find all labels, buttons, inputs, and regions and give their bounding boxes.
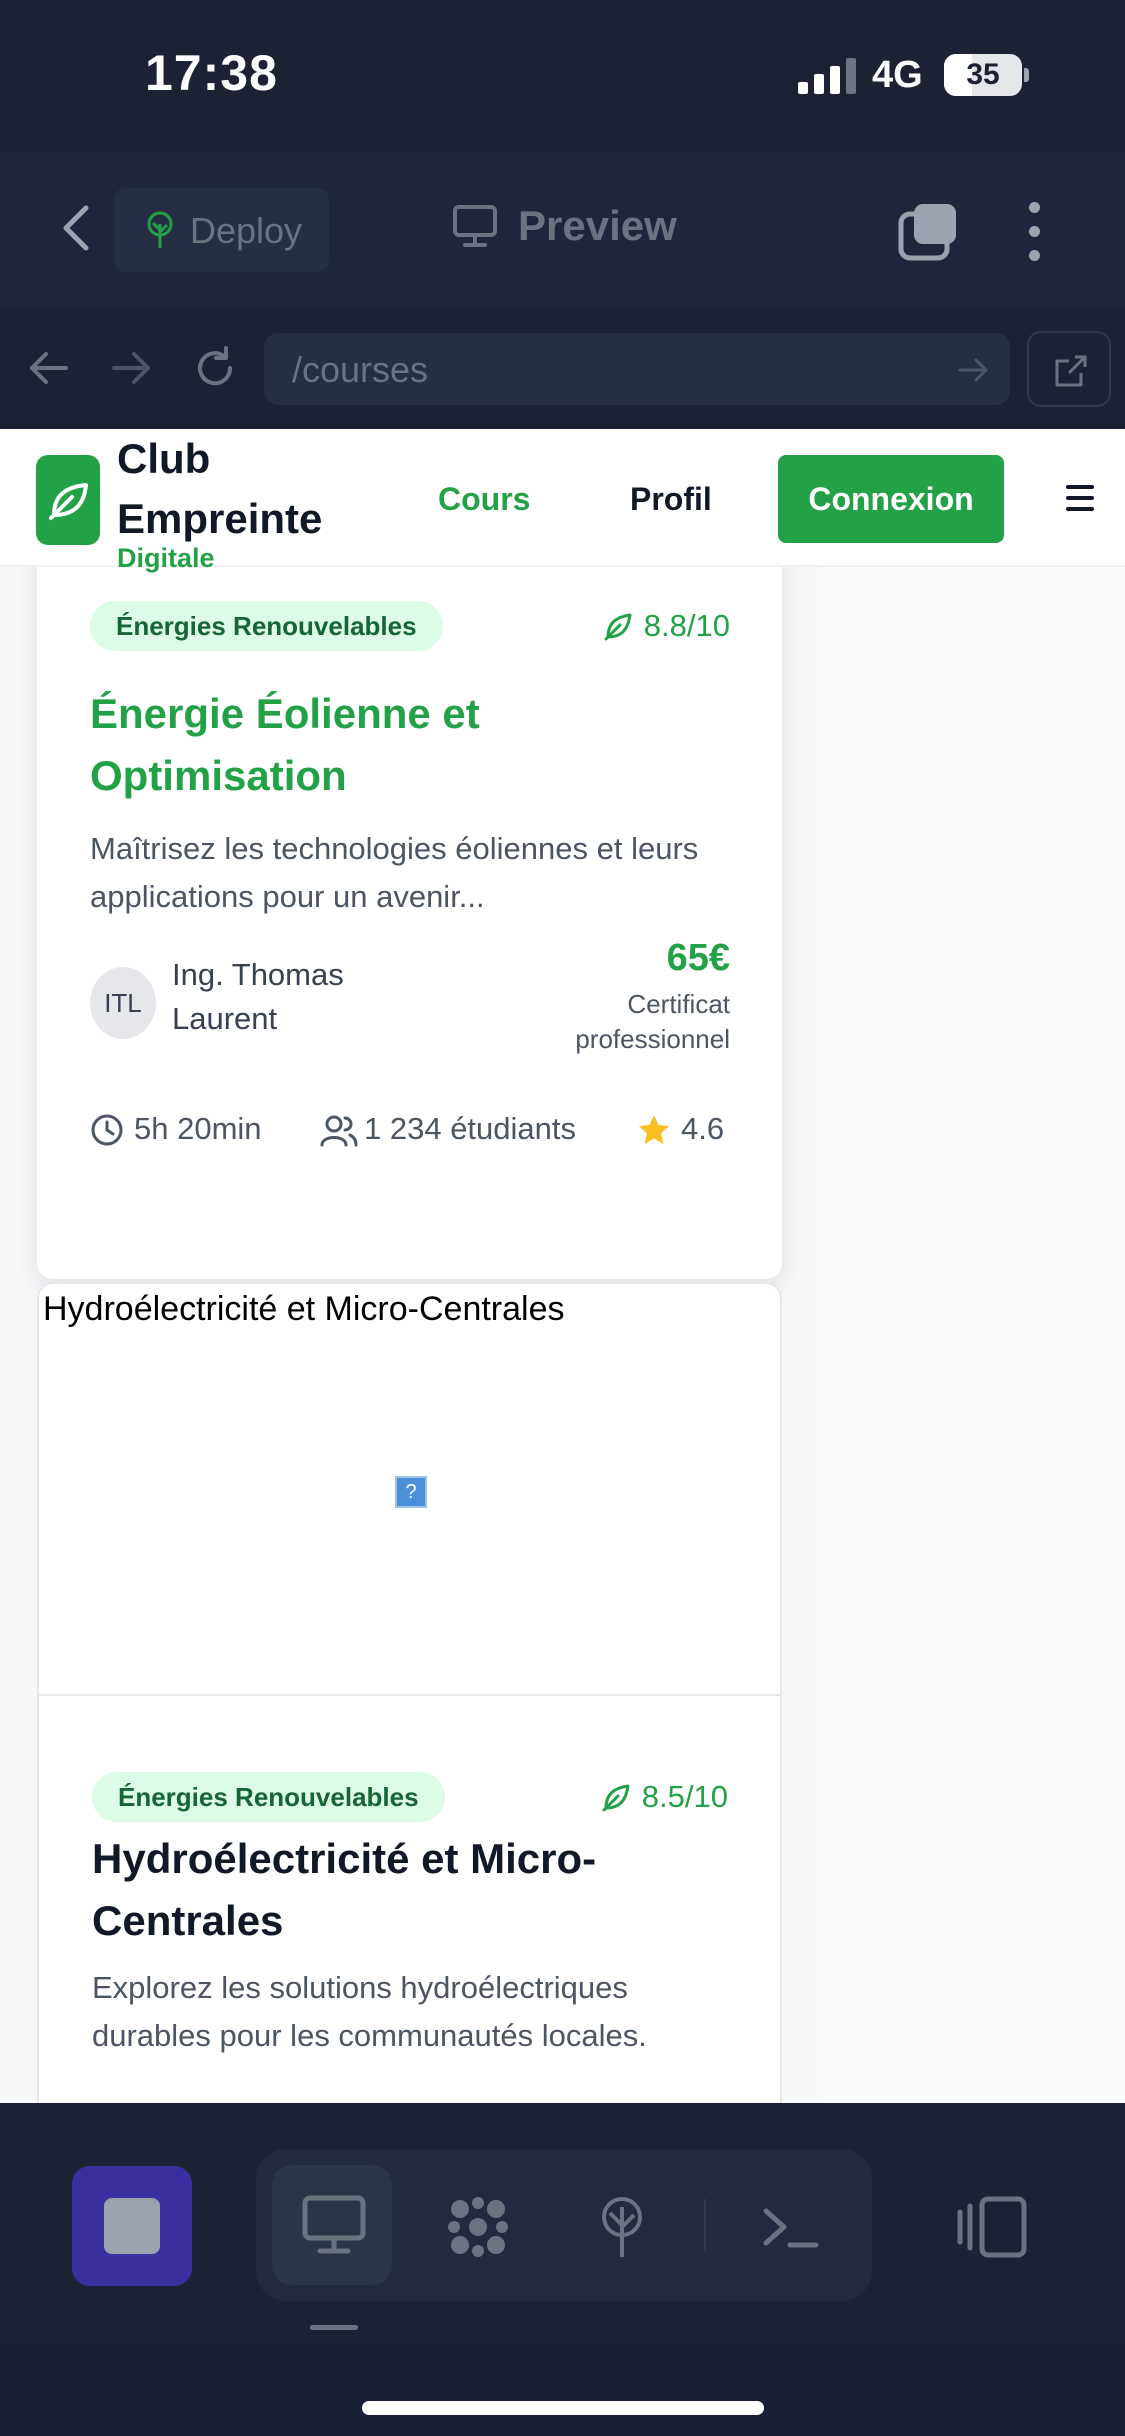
reload-icon[interactable] (192, 345, 238, 391)
status-bar: 17:38 4G 35 (0, 0, 1125, 152)
star-icon (639, 1115, 669, 1144)
course-image: Hydroélectricité et Micro-Centrales ? (39, 1284, 780, 1696)
broken-image-icon: ? (395, 1476, 427, 1508)
status-time: 17:38 (145, 45, 278, 101)
leaf-logo-icon (49, 483, 88, 520)
web-viewport: Énergies Renouvelables 8.8/10 Énergie Éo… (0, 429, 1125, 2103)
clock-icon (91, 1114, 123, 1146)
course-description: Maîtrisez les technologies éoliennes et … (90, 831, 699, 914)
course-title[interactable]: Hydroélectricité et Micro-Centrales (92, 1828, 712, 1952)
monitor-icon (453, 205, 497, 247)
device-toggle-icon[interactable] (956, 2196, 1028, 2258)
duration: 5h 20min (90, 1107, 290, 1151)
back-chevron-icon[interactable] (56, 200, 96, 256)
menu-icon[interactable] (1066, 485, 1094, 511)
category-badge: Énergies Renouvelables (90, 601, 443, 651)
go-arrow-icon[interactable] (956, 353, 990, 387)
course-title[interactable]: Énergie Éolienne et Optimisation (90, 683, 710, 807)
users-icon (320, 1115, 358, 1147)
logo[interactable] (36, 455, 100, 545)
app-toolbar: Deploy Preview (0, 152, 1125, 307)
students: 1 234 étudiants (320, 1107, 610, 1151)
course-description: Explorez les solutions hydroélectriques … (92, 1970, 647, 2053)
stop-button[interactable] (72, 2166, 192, 2286)
open-external-button[interactable] (1027, 331, 1111, 407)
network-type: 4G (872, 54, 923, 96)
tabs-icon[interactable] (898, 202, 960, 262)
tree-icon (147, 211, 173, 248)
browser-forward-icon[interactable] (108, 345, 154, 391)
bottom-toolbar (0, 2103, 1125, 2343)
stop-icon (104, 2198, 160, 2254)
home-area (0, 2343, 1125, 2436)
url-text: /courses (292, 349, 429, 390)
course-card[interactable]: Énergies Renouvelables 8.8/10 Énergie Éo… (37, 547, 782, 1279)
preview-view-button[interactable] (272, 2165, 392, 2285)
eco-score-value: 8.5/10 (641, 1779, 728, 1814)
deploy-label: Deploy (190, 210, 303, 251)
eco-score: 8.5/10 (602, 1772, 728, 1822)
monitor-icon (302, 2195, 366, 2254)
leaf-icon (604, 613, 632, 641)
eco-score-value: 8.8/10 (643, 608, 730, 643)
signal-icon (798, 58, 856, 94)
url-input[interactable]: /courses (264, 333, 1010, 405)
brand-subtitle: Digitale (117, 543, 215, 573)
rating-value: 4.6 (681, 1111, 725, 1146)
course-card[interactable]: Hydroélectricité et Micro-Centrales ? Én… (37, 1282, 782, 2103)
preview-label: Preview (518, 202, 677, 249)
site-header: Club Empreinte Digitale Cours Profil Con… (0, 429, 1125, 573)
home-indicator[interactable] (362, 2401, 764, 2415)
battery-icon: 35 (944, 54, 1022, 96)
instructor-name: Ing. Thomas Laurent (172, 957, 344, 1036)
external-link-icon (1055, 355, 1087, 387)
browser-back-icon[interactable] (26, 345, 72, 391)
nav-link-profil[interactable]: Profil (630, 481, 712, 518)
more-vertical-icon[interactable] (1024, 202, 1046, 262)
nodes-icon (448, 2197, 508, 2257)
course-price: 65€ (666, 937, 730, 979)
tree-icon (602, 2197, 642, 2257)
students-value: 1 234 étudiants (364, 1111, 577, 1146)
image-alt-text: Hydroélectricité et Micro-Centrales (43, 1290, 565, 1328)
category-badge: Énergies Renouvelables (92, 1772, 445, 1822)
browser-bar: /courses (0, 307, 1125, 429)
avatar: ITL (90, 967, 156, 1039)
drag-handle[interactable] (310, 2325, 358, 2330)
brand-title[interactable]: Club Empreinte (117, 429, 377, 549)
terminal-view-button[interactable] (728, 2165, 848, 2285)
leaf-icon (602, 1784, 630, 1812)
terminal-icon (763, 2208, 819, 2248)
deploy-button[interactable]: Deploy (114, 188, 329, 272)
login-button[interactable]: Connexion (778, 455, 1004, 543)
code-view-button[interactable] (416, 2165, 536, 2285)
nav-link-cours[interactable]: Cours (438, 481, 530, 518)
rating: 4.6 (637, 1107, 737, 1151)
view-switcher (256, 2149, 872, 2301)
eco-score: 8.8/10 (604, 601, 730, 651)
battery-level: 35 (966, 58, 1000, 91)
duration-value: 5h 20min (134, 1111, 262, 1146)
deploy-view-button[interactable] (560, 2165, 680, 2285)
certificate-label: Certificat professionnel (575, 989, 730, 1054)
